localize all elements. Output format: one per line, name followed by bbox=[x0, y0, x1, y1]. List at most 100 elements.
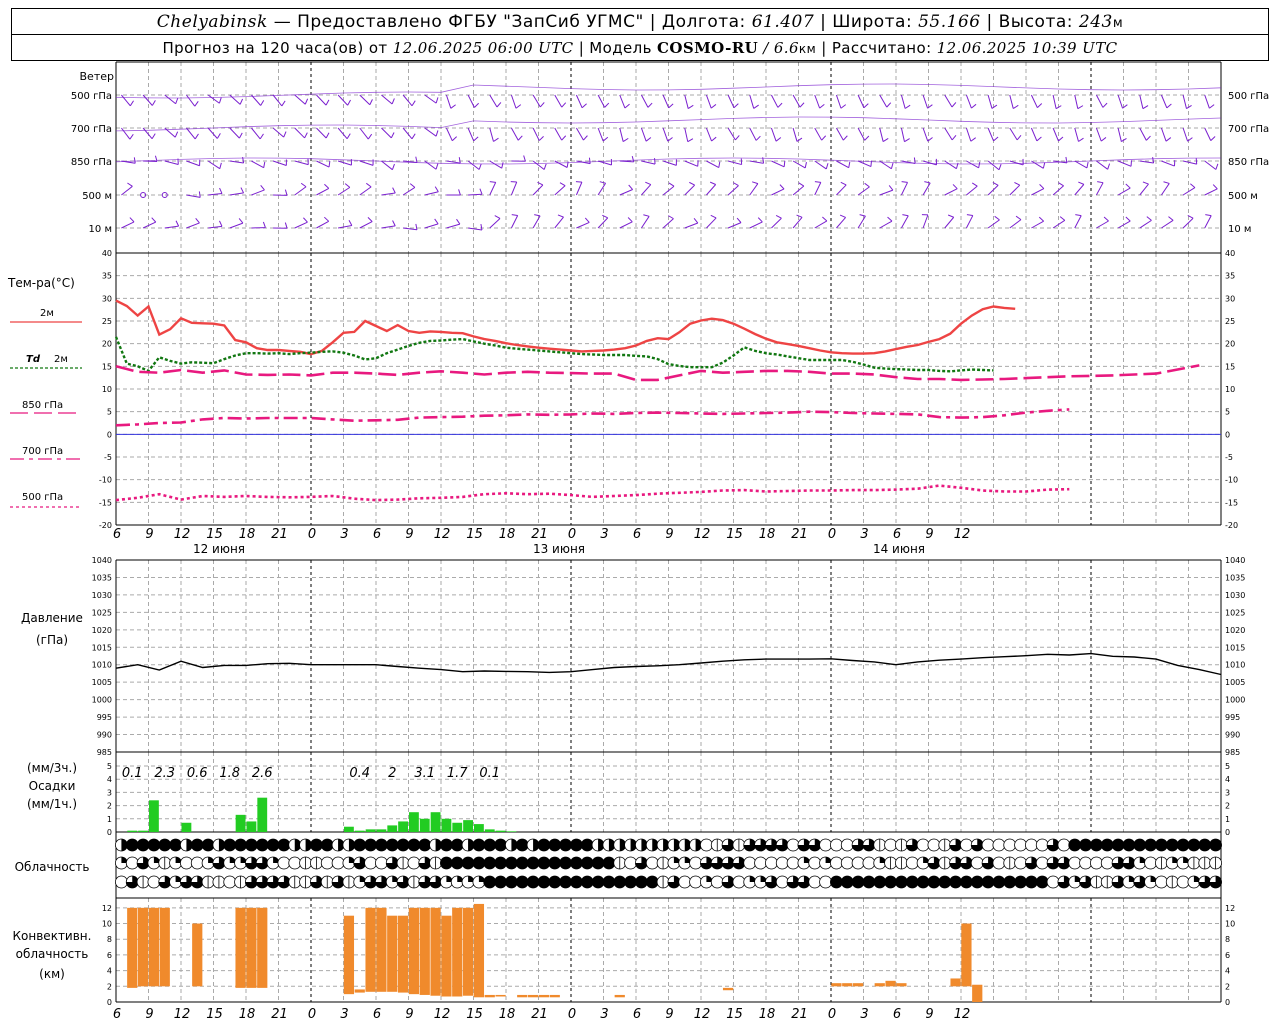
wind-barb-feather bbox=[864, 182, 870, 188]
wind-barb-feather bbox=[775, 214, 782, 219]
cloud-cover-icon bbox=[494, 856, 507, 870]
wind-barb-icon bbox=[662, 185, 675, 196]
time-tick-label: 6 bbox=[373, 1007, 381, 1022]
wind-barb-icon bbox=[1052, 127, 1059, 142]
wind-barb-icon bbox=[424, 94, 437, 104]
time-tick-label: 6 bbox=[893, 527, 901, 542]
wind-barb-feather bbox=[904, 138, 910, 143]
wind-barb-feather bbox=[631, 155, 635, 163]
wind-barb-icon bbox=[727, 160, 742, 166]
wind-barb-feather bbox=[303, 217, 308, 223]
cloud-cover-icon bbox=[548, 875, 562, 889]
wind-barb-icon bbox=[316, 220, 329, 229]
wind-barb-feather bbox=[882, 137, 889, 143]
time-tick-label: 21 bbox=[531, 1007, 548, 1022]
time-tick-label: 21 bbox=[791, 1007, 808, 1022]
time-tick-label: 6 bbox=[113, 1007, 121, 1022]
y-tick-right: 990 bbox=[1225, 731, 1240, 740]
wind-barb-icon bbox=[337, 94, 349, 106]
cloud-cover-icon bbox=[1035, 856, 1049, 870]
wind-barb-feather bbox=[687, 104, 694, 109]
wind-barb-icon bbox=[835, 94, 842, 109]
precip-total-label: 2.3 bbox=[154, 766, 175, 781]
y-tick-right: 8 bbox=[1225, 935, 1230, 944]
time-tick-label: 6 bbox=[373, 527, 381, 542]
wind-barb-feather bbox=[435, 163, 439, 170]
time-tick-label: 21 bbox=[271, 527, 288, 542]
wind-barb-icon bbox=[402, 94, 413, 107]
wind-barb-icon bbox=[792, 185, 805, 196]
wind-barb-icon bbox=[727, 185, 739, 196]
cloud-cover-icon bbox=[234, 838, 247, 852]
wind-barb-icon bbox=[922, 160, 937, 166]
wind-barb-feather bbox=[1165, 137, 1172, 142]
wind-barb-icon bbox=[1204, 188, 1218, 196]
wind-barb-feather bbox=[456, 218, 461, 225]
wind-barb-icon bbox=[944, 188, 958, 196]
cloud-cover-icon bbox=[169, 838, 182, 852]
wind-barb-icon bbox=[684, 184, 695, 196]
wind-barb-icon bbox=[1096, 220, 1109, 229]
wind-barb-feather bbox=[783, 160, 786, 167]
wind-barb-feather bbox=[434, 218, 439, 225]
wind-barb-feather bbox=[1205, 214, 1212, 217]
wind-barb-icon bbox=[294, 221, 308, 229]
wind-barb-icon bbox=[186, 94, 196, 107]
precip-total-label: 1.7 bbox=[447, 766, 468, 781]
conv-cloud-bar bbox=[473, 903, 485, 998]
wind-barb-feather bbox=[951, 134, 957, 141]
wind-barb-icon bbox=[965, 215, 974, 229]
wind-barb-icon bbox=[467, 94, 475, 108]
y-tick-left: 1015 bbox=[92, 643, 112, 652]
y-tick-right: 5 bbox=[1225, 408, 1230, 417]
cloud-cover-icon bbox=[1144, 838, 1157, 852]
wind-barb-icon bbox=[164, 225, 179, 229]
wind-barb-feather bbox=[451, 136, 458, 142]
wind-barb-feather bbox=[947, 214, 954, 218]
wind-barb-icon bbox=[532, 94, 541, 108]
wind-barb-icon bbox=[727, 127, 736, 141]
legend-t2m: 2м bbox=[40, 308, 54, 319]
cloud-cover-icon bbox=[570, 875, 583, 889]
wind-barb-icon bbox=[987, 94, 993, 109]
cloud-cover-icon bbox=[407, 856, 421, 870]
wind-barb-icon bbox=[597, 217, 609, 229]
wind-barb-icon bbox=[966, 185, 978, 196]
wind-barb-feather bbox=[1190, 183, 1196, 188]
wind-barb-icon bbox=[640, 127, 647, 142]
cloud-cover-icon bbox=[494, 875, 507, 889]
y-tick-left: 8 bbox=[107, 935, 112, 944]
time-tick-label: 15 bbox=[726, 1007, 743, 1022]
wind-barb-feather bbox=[479, 188, 483, 195]
y-tick-left: -5 bbox=[104, 453, 112, 462]
cloud-cover-icon bbox=[407, 838, 421, 852]
y-tick-left: 1030 bbox=[92, 591, 112, 600]
time-tick-label: 9 bbox=[925, 527, 933, 542]
time-tick-label: 0 bbox=[568, 527, 576, 542]
cloud-cover-icon bbox=[700, 838, 713, 852]
wind-barb-icon bbox=[121, 127, 131, 140]
wind-barb-feather bbox=[668, 215, 674, 220]
y-tick-right: 12 bbox=[1225, 904, 1235, 913]
precip-bar bbox=[376, 829, 387, 832]
wind-barb-icon bbox=[705, 94, 712, 109]
cloud-cover-icon bbox=[851, 856, 865, 870]
wind-barb-feather bbox=[538, 136, 544, 141]
conv-cloud-bar bbox=[972, 984, 983, 1002]
cloud-cover-icon bbox=[158, 838, 172, 852]
wind-barb-feather bbox=[458, 157, 461, 164]
cloud-cover-icon bbox=[895, 875, 908, 889]
time-tick-label: 18 bbox=[239, 527, 256, 542]
wind-barb-feather bbox=[1166, 103, 1172, 109]
wind-barb-feather bbox=[757, 217, 763, 223]
wind-barb-icon bbox=[619, 94, 626, 109]
wind-barb-feather bbox=[993, 136, 999, 142]
y-tick-right: 30 bbox=[1225, 294, 1235, 303]
time-tick-label: 12 bbox=[694, 527, 711, 542]
wind-barb-icon bbox=[381, 94, 393, 105]
wind-barb-feather bbox=[1168, 216, 1174, 221]
wind-barb-icon bbox=[554, 216, 564, 229]
wind-barb-feather bbox=[175, 97, 179, 104]
wind-barb-icon bbox=[814, 182, 822, 196]
cloud-cover-icon bbox=[1068, 856, 1082, 870]
